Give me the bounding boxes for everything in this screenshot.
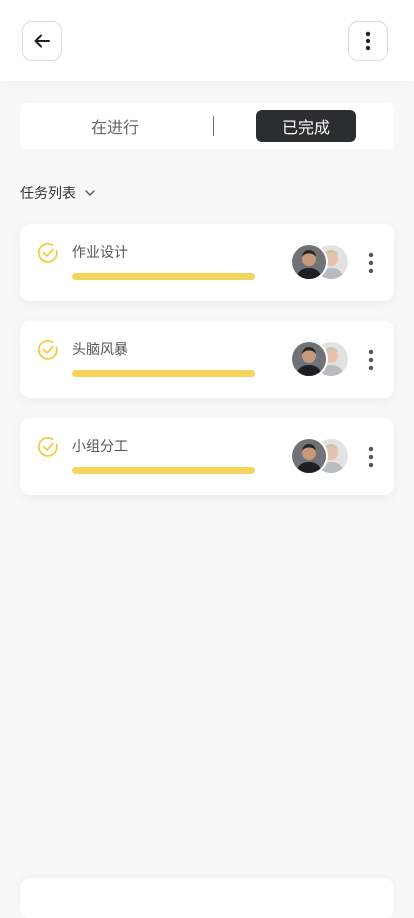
task-list-dropdown[interactable]: 任务列表 bbox=[20, 182, 96, 204]
vertical-dots-icon bbox=[365, 31, 371, 51]
more-options-button[interactable] bbox=[348, 21, 388, 61]
assignee-avatars bbox=[290, 340, 350, 378]
segment-divider bbox=[213, 116, 214, 136]
check-circle-icon bbox=[38, 437, 58, 457]
task-progress-fill bbox=[72, 273, 255, 280]
task-more-button[interactable] bbox=[363, 443, 379, 471]
task-more-button[interactable] bbox=[363, 249, 379, 277]
task-progress-bar bbox=[72, 273, 255, 280]
check-circle-icon bbox=[38, 243, 58, 263]
assignee-avatars bbox=[290, 243, 350, 281]
arrow-left-icon bbox=[34, 34, 50, 48]
task-more-button[interactable] bbox=[363, 346, 379, 374]
task-progress-bar bbox=[72, 370, 255, 377]
task-card[interactable]: 作业设计 bbox=[20, 224, 394, 301]
vertical-dots-icon bbox=[368, 349, 374, 371]
task-title: 头脑风暴 bbox=[72, 342, 128, 358]
task-progress-bar bbox=[72, 467, 255, 474]
task-title: 小组分工 bbox=[72, 439, 128, 455]
check-circle-icon bbox=[38, 340, 58, 360]
avatar bbox=[290, 437, 328, 475]
task-progress-fill bbox=[72, 370, 255, 377]
vertical-dots-icon bbox=[368, 252, 374, 274]
avatar bbox=[290, 243, 328, 281]
task-list-label: 任务列表 bbox=[20, 186, 76, 202]
assignee-avatars bbox=[290, 437, 350, 475]
task-card[interactable]: 小组分工 bbox=[20, 418, 394, 495]
task-card[interactable]: 头脑风暴 bbox=[20, 321, 394, 398]
chevron-down-icon bbox=[85, 190, 95, 196]
status-segmented-control: 在进行 已完成 bbox=[20, 103, 394, 149]
vertical-dots-icon bbox=[368, 446, 374, 468]
tab-in-progress[interactable]: 在进行 bbox=[65, 110, 165, 142]
avatar bbox=[290, 340, 328, 378]
tab-completed[interactable]: 已完成 bbox=[256, 110, 356, 142]
top-bar bbox=[0, 0, 414, 81]
bottom-panel bbox=[20, 878, 394, 918]
back-button[interactable] bbox=[22, 21, 62, 61]
task-progress-fill bbox=[72, 467, 255, 474]
task-title: 作业设计 bbox=[72, 245, 128, 261]
